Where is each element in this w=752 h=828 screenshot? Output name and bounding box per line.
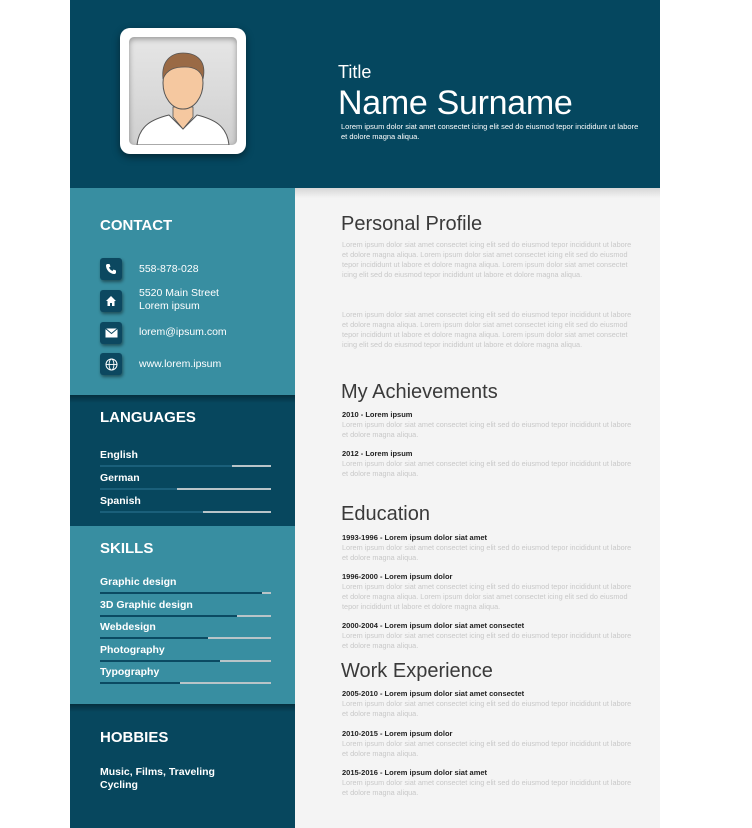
language-label: German <box>100 472 140 484</box>
hobbies-text: Music, Films, Traveling Cycling <box>100 766 215 791</box>
phone-text: 558-878-028 <box>139 263 199 275</box>
skill-level-fill <box>100 614 237 617</box>
education-title: Education <box>341 503 430 525</box>
hobbies-section: HOBBIES Music, Films, Traveling Cycling <box>70 704 295 828</box>
experience-head-3: 2015-2016 - Lorem ipsum dolor siat amet <box>342 768 488 777</box>
language-level-fill <box>100 511 203 513</box>
language-label: Spanish <box>100 495 141 507</box>
skill-label: Typography <box>100 666 160 678</box>
achievement-head-2: 2012 - Lorem ipsum <box>342 449 413 458</box>
avatar <box>129 37 237 145</box>
experience-body-1: Lorem ipsum dolor siat amet consectet ic… <box>342 699 632 718</box>
main-content: Personal Profile Lorem ipsum dolor siat … <box>295 188 660 828</box>
skill-level-bar <box>100 659 271 662</box>
education-head-1: 1993-1996 - Lorem ipsum dolor siat amet <box>342 533 488 542</box>
header-description: Lorem ipsum dolor siat amet consectet ic… <box>341 122 639 141</box>
achievements-title: My Achievements <box>341 381 498 403</box>
education-body-2: Lorem ipsum dolor siat amet consectet ic… <box>342 582 632 611</box>
education-head-2: 1996-2000 - Lorem ipsum dolor <box>342 572 453 581</box>
home-icon <box>100 290 122 312</box>
hobbies-heading: HOBBIES <box>100 729 169 746</box>
profile-photo-frame <box>120 28 246 154</box>
experience-body-2: Lorem ipsum dolor siat amet consectet ic… <box>342 739 632 758</box>
experience-head-1: 2005-2010 - Lorem ipsum dolor siat amet … <box>342 689 525 698</box>
skill-level-bar <box>100 592 271 594</box>
email-text: lorem@ipsum.com <box>139 326 227 338</box>
website-text: www.lorem.ipsum <box>139 358 222 370</box>
education-body-1: Lorem ipsum dolor siat amet consectet ic… <box>342 543 632 562</box>
skill-label: Webdesign <box>100 621 156 633</box>
language-level-bar <box>100 511 271 513</box>
skill-level-fill <box>100 682 181 684</box>
languages-heading: LANGUAGES <box>100 409 196 426</box>
skill-label: Photography <box>100 643 165 656</box>
achievement-body-1: Lorem ipsum dolor siat amet consectet ic… <box>342 420 632 439</box>
contact-heading: CONTACT <box>100 217 173 234</box>
language-label: English <box>100 449 138 461</box>
experience-title: Work Experience <box>341 660 493 682</box>
full-name: Name Surname <box>338 84 573 122</box>
education-head-3: 2000-2004 - Lorem ipsum dolor siat amet … <box>342 621 525 630</box>
skill-level-bar <box>100 637 271 639</box>
skill-level-fill <box>100 592 263 594</box>
skills-heading: SKILLS <box>100 540 154 557</box>
language-level-fill <box>100 488 177 490</box>
skill-level-fill <box>100 637 208 639</box>
language-level-bar <box>100 488 271 490</box>
job-title: Title <box>338 62 372 82</box>
phone-icon <box>100 258 122 280</box>
sidebar: CONTACT 558-878-028 5520 Main Street Lor… <box>70 188 295 828</box>
contact-section: CONTACT 558-878-028 5520 Main Street Lor… <box>70 188 295 395</box>
language-level-fill <box>100 465 232 467</box>
skill-level-bar <box>100 614 271 617</box>
experience-head-2: 2010-2015 - Lorem ipsum dolor <box>342 729 453 738</box>
address-text: 5520 Main Street Lorem ipsum <box>139 287 219 312</box>
skill-label: Graphic design <box>100 576 177 588</box>
person-silhouette-icon <box>136 52 230 145</box>
skill-label: 3D Graphic design <box>100 598 193 611</box>
resume-page: Title Name Surname Lorem ipsum dolor sia… <box>70 0 660 828</box>
education-body-3: Lorem ipsum dolor siat amet consectet ic… <box>342 631 632 650</box>
language-level-bar <box>100 465 271 467</box>
profile-paragraph-2: Lorem ipsum dolor siat amet consectet ic… <box>342 310 632 349</box>
skill-level-fill <box>100 659 220 662</box>
skills-section: SKILLS Graphic design 3D Graphic design We… <box>70 526 295 704</box>
profile-paragraph-1: Lorem ipsum dolor siat amet consectet ic… <box>342 240 632 279</box>
achievement-head-1: 2010 - Lorem ipsum <box>342 410 413 419</box>
skill-level-bar <box>100 682 271 684</box>
header-banner: Title Name Surname Lorem ipsum dolor sia… <box>70 0 660 188</box>
achievement-body-2: Lorem ipsum dolor siat amet consectet ic… <box>342 459 632 478</box>
profile-title: Personal Profile <box>341 213 483 235</box>
mail-icon <box>100 322 122 344</box>
languages-section: LANGUAGES English German Spanish <box>70 395 295 526</box>
globe-icon <box>100 353 122 375</box>
experience-body-3: Lorem ipsum dolor siat amet consectet ic… <box>342 778 632 797</box>
